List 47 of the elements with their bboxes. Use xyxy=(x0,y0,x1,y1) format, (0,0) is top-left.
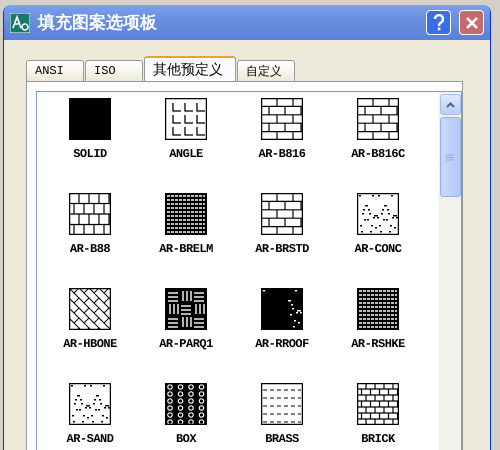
brick-pattern-icon xyxy=(261,193,303,235)
caret-up-icon xyxy=(446,102,454,108)
pattern-label[interactable]: AR-B88 xyxy=(68,242,112,256)
tab[interactable]: ISO xyxy=(85,60,143,81)
pattern-label[interactable]: BRICK xyxy=(359,432,397,446)
herringbone-pattern-icon xyxy=(69,288,111,330)
scroll-thumb[interactable] xyxy=(440,117,460,197)
tab[interactable]: ANSI xyxy=(26,60,84,81)
close-icon xyxy=(464,16,478,30)
angle-pattern-icon xyxy=(165,98,207,140)
pattern-label[interactable]: AR-B816C xyxy=(349,147,407,161)
pattern-label[interactable]: AR-BRELM xyxy=(157,242,215,256)
pattern-label[interactable]: AR-RROOF xyxy=(253,337,311,351)
dense-brick-pattern-icon xyxy=(165,193,207,235)
speckle-pattern-icon xyxy=(261,288,303,330)
pattern-label[interactable]: ANGLE xyxy=(167,147,205,161)
grip-icon xyxy=(446,154,454,160)
dense-brick-pattern-icon xyxy=(357,288,399,330)
window-title: 填充图案选项板 xyxy=(38,12,158,34)
question-icon xyxy=(432,14,444,31)
scroll-up-button[interactable] xyxy=(440,94,460,115)
brick-pattern-icon xyxy=(69,193,111,235)
brick-pattern-icon xyxy=(261,98,303,140)
pattern-label[interactable]: BOX xyxy=(174,432,198,446)
help-button[interactable] xyxy=(426,10,451,35)
speckle-pattern-icon xyxy=(69,383,111,425)
parquet-pattern-icon xyxy=(165,288,207,330)
circle-pattern-icon xyxy=(165,383,207,425)
brick-pattern-icon xyxy=(357,98,399,140)
pattern-label[interactable]: AR-SAND xyxy=(64,432,116,446)
pattern-label[interactable]: AR-RSHKE xyxy=(349,337,407,351)
pattern-label[interactable]: AR-PARQ1 xyxy=(157,337,215,351)
tab[interactable]: 自定义 xyxy=(237,60,295,81)
pattern-label[interactable]: AR-CONC xyxy=(352,242,404,256)
close-button[interactable] xyxy=(459,10,484,35)
speckle-pattern-icon xyxy=(357,193,399,235)
dashed-lines-pattern-icon xyxy=(261,383,303,425)
brick-pattern-icon xyxy=(357,383,399,425)
scrollbar[interactable] xyxy=(439,92,461,450)
pattern-label[interactable]: SOLID xyxy=(71,147,109,161)
app-icon xyxy=(10,12,30,32)
tab[interactable]: 其他预定义 xyxy=(144,56,236,81)
pattern-label[interactable]: AR-HBONE xyxy=(61,337,119,351)
pattern-label[interactable]: BRASS xyxy=(263,432,301,446)
pattern-label[interactable]: AR-B816 xyxy=(256,147,308,161)
pattern-label[interactable]: AR-BRSTD xyxy=(253,242,311,256)
solid-fill-icon xyxy=(69,98,111,140)
